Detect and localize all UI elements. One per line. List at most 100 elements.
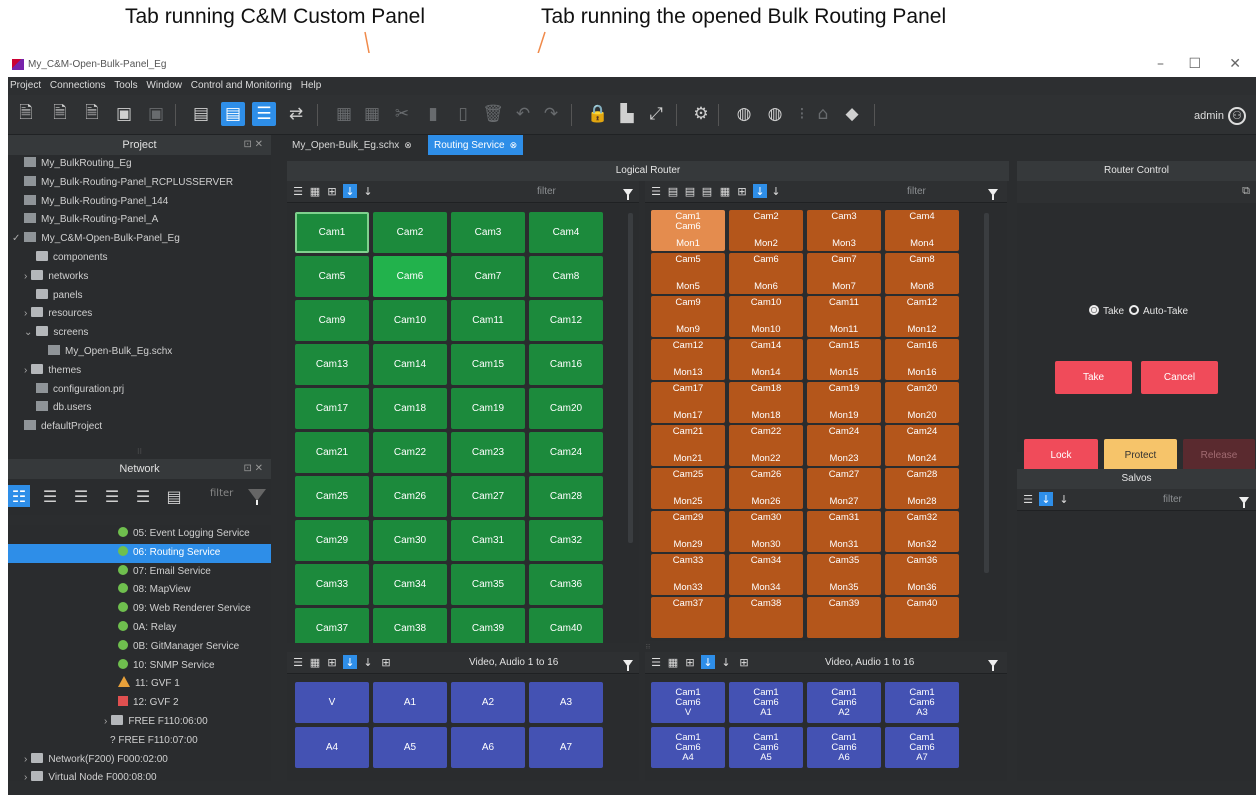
source-button[interactable]: Cam18 <box>373 388 447 429</box>
project-tree-item[interactable]: My_Bulk-Routing-Panel_A <box>8 211 271 230</box>
source-button[interactable]: Cam38 <box>373 608 447 643</box>
network-tree-item[interactable]: 12: GVF 2 <box>8 694 271 713</box>
router-device-icon[interactable]: ⧉ <box>1242 184 1250 198</box>
destination-level-button[interactable]: Cam1 Cam6 A2 <box>807 682 881 723</box>
expand-arrow-icon[interactable]: › <box>24 772 27 781</box>
tab-custom-panel[interactable]: My_Open-Bulk_Eg.schx ⊗ <box>286 135 418 155</box>
source-button[interactable]: Cam40 <box>529 608 603 643</box>
source-button[interactable]: Cam33 <box>295 564 369 605</box>
destination-button[interactable]: Cam33 Mon33 <box>651 554 725 595</box>
destination-button[interactable]: Cam18 Mon18 <box>729 382 803 423</box>
destination-level-label[interactable]: Video, Audio 1 to 16 <box>825 657 914 668</box>
source-scrollbar[interactable] <box>628 213 633 543</box>
network-tree-item[interactable]: 06: Routing Service <box>8 543 271 563</box>
destination-button[interactable]: Cam3 Mon3 <box>807 210 881 251</box>
source-level-button[interactable]: A7 <box>529 727 603 768</box>
destination-level-filter-icon[interactable] <box>988 660 998 671</box>
destination-button[interactable]: Cam30 Mon30 <box>729 511 803 552</box>
paste-icon[interactable]: ▯ <box>451 102 475 126</box>
source-button[interactable]: Cam14 <box>373 344 447 385</box>
destination-button[interactable]: Cam12 Mon12 <box>885 296 959 337</box>
project-tree-item[interactable]: panels <box>8 287 271 306</box>
destination-button[interactable]: Cam27 Mon27 <box>807 468 881 509</box>
expand-arrow-icon[interactable]: ✓ <box>12 233 20 244</box>
project-tree-item[interactable]: My_BulkRouting_Eg <box>8 155 271 174</box>
menu-control-monitoring[interactable]: Control and Monitoring <box>188 77 295 91</box>
destination-button[interactable]: Cam11 Mon11 <box>807 296 881 337</box>
tree-collapse-icon[interactable]: ☰ <box>70 485 92 507</box>
settings-icon[interactable]: ⚙ <box>689 102 713 126</box>
sort-asc-icon[interactable]: ↓ <box>701 655 715 669</box>
destination-button[interactable]: Cam25 Mon25 <box>651 468 725 509</box>
take-radio[interactable]: Take <box>1089 305 1124 317</box>
user-menu[interactable]: admin ⚇ <box>1194 107 1246 125</box>
delete-icon[interactable]: 🗑 <box>481 102 505 126</box>
source-button[interactable]: Cam11 <box>451 300 525 341</box>
sort-desc-icon[interactable]: ↓ <box>361 184 375 198</box>
network-tree-item[interactable]: 08: MapView <box>8 581 271 600</box>
grid-icon[interactable]: ▦ <box>332 102 356 126</box>
source-button[interactable]: Cam15 <box>451 344 525 385</box>
destination-button[interactable]: Cam39 <box>807 597 881 638</box>
source-button[interactable]: Cam31 <box>451 520 525 561</box>
list-view-icon[interactable]: ☰ <box>649 655 663 669</box>
grid-small-icon[interactable]: ⊞ <box>325 655 339 669</box>
source-level-button[interactable]: A3 <box>529 682 603 723</box>
destination-button[interactable]: Cam36 Mon36 <box>885 554 959 595</box>
destination-button[interactable]: Cam40 <box>885 597 959 638</box>
salvos-filter-input[interactable]: filter <box>1163 494 1182 505</box>
dest-detail-icon[interactable]: ▤ <box>666 184 680 198</box>
source-button[interactable]: Cam13 <box>295 344 369 385</box>
list-view-icon[interactable]: ☰ <box>1021 492 1035 506</box>
close-project-icon[interactable]: 🗎 <box>80 102 104 126</box>
source-button[interactable]: Cam20 <box>529 388 603 429</box>
destination-button[interactable]: Cam8 Mon8 <box>885 253 959 294</box>
destination-button[interactable]: Cam19 Mon19 <box>807 382 881 423</box>
source-button[interactable]: Cam12 <box>529 300 603 341</box>
source-button[interactable]: Cam25 <box>295 476 369 517</box>
source-button[interactable]: Cam19 <box>451 388 525 429</box>
redo-icon[interactable]: ↷ <box>539 102 563 126</box>
expand-arrow-icon[interactable]: ⌄ <box>24 327 32 338</box>
expand-arrow-icon[interactable]: › <box>24 271 27 282</box>
destination-level-button[interactable]: Cam1 Cam6 A3 <box>885 682 959 723</box>
lock-button[interactable]: Lock <box>1024 439 1098 472</box>
properties-icon[interactable]: ▤ <box>189 102 213 126</box>
source-level-button[interactable]: A4 <box>295 727 369 768</box>
project-tree-item[interactable]: › themes <box>8 362 271 381</box>
dest-detail-3-icon[interactable]: ▤ <box>700 184 714 198</box>
network-tree-item[interactable]: › Virtual Node F000:08:00 <box>8 769 271 781</box>
source-button[interactable]: Cam3 <box>451 212 525 253</box>
tree-level-alt-icon[interactable]: ☰ <box>132 485 154 507</box>
destination-button[interactable]: Cam35 Mon35 <box>807 554 881 595</box>
tab-close-icon[interactable]: ⊗ <box>510 140 518 150</box>
network-tree-item[interactable]: 11: GVF 1 <box>8 675 271 694</box>
tree-level-icon[interactable]: ☰ <box>101 485 123 507</box>
destination-level-button[interactable]: Cam1 Cam6 A1 <box>729 682 803 723</box>
save-icon[interactable]: ▣ <box>112 102 136 126</box>
network-tree-item[interactable]: ? FREE F110:07:00 <box>8 732 271 751</box>
project-tree-item[interactable]: configuration.prj <box>8 381 271 400</box>
sort-desc-icon[interactable]: ↓ <box>361 655 375 669</box>
menu-project[interactable]: Project <box>8 77 44 91</box>
source-level-button[interactable]: V <box>295 682 369 723</box>
search-device-alt-icon[interactable]: ◍ <box>763 102 787 126</box>
maximize-button[interactable]: ☐ <box>1188 56 1201 72</box>
sort-asc-icon[interactable]: ↓ <box>343 655 357 669</box>
source-level-button[interactable]: A6 <box>451 727 525 768</box>
right-splitter[interactable] <box>1009 161 1017 781</box>
grid-small-icon[interactable]: ⊞ <box>735 184 749 198</box>
destination-button[interactable]: Cam17 Mon17 <box>651 382 725 423</box>
lock-icon[interactable]: 🔒 <box>586 102 610 126</box>
destination-filter-input[interactable]: filter <box>907 186 926 197</box>
network-tree-item[interactable]: 10: SNMP Service <box>8 657 271 676</box>
project-tree-item[interactable]: ✓ My_C&M-Open-Bulk-Panel_Eg <box>8 230 271 249</box>
destination-filter-icon[interactable] <box>988 189 998 200</box>
close-window-button[interactable]: ✕ <box>1229 56 1241 72</box>
project-view-icon[interactable]: ▤ <box>221 102 245 126</box>
source-button[interactable]: Cam26 <box>373 476 447 517</box>
source-button[interactable]: Cam23 <box>451 432 525 473</box>
destination-button[interactable]: Cam29 Mon29 <box>651 511 725 552</box>
sort-asc-icon[interactable]: ↓ <box>1039 492 1053 506</box>
connect-icon[interactable]: ⇄ <box>284 102 308 126</box>
